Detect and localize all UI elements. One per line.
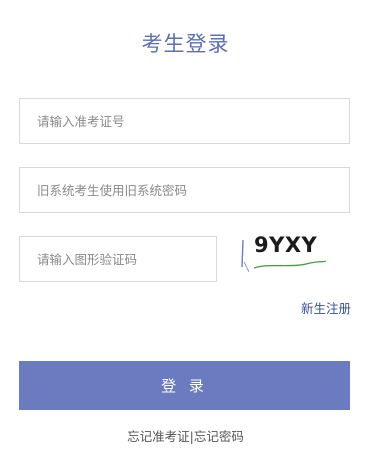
password-input[interactable] [20,168,349,212]
forgot-password-link[interactable]: 忘记密码 [194,429,244,444]
captcha-field[interactable] [19,236,217,282]
page-title: 考生登录 [141,32,230,56]
forgot-exam-id-link[interactable]: 忘记准考证 [127,429,190,444]
register-link[interactable]: 新生注册 [301,298,351,317]
password-field[interactable] [19,167,350,213]
forgot-links: 忘记准考证|忘记密码 [0,426,371,445]
captcha-image[interactable]: 9YXY [240,232,332,276]
exam-id-input[interactable] [20,99,349,143]
captcha-text: 9YXY [254,233,318,257]
exam-id-field[interactable] [19,98,350,144]
captcha-input[interactable] [20,237,216,281]
login-button[interactable]: 登 录 [19,361,350,410]
